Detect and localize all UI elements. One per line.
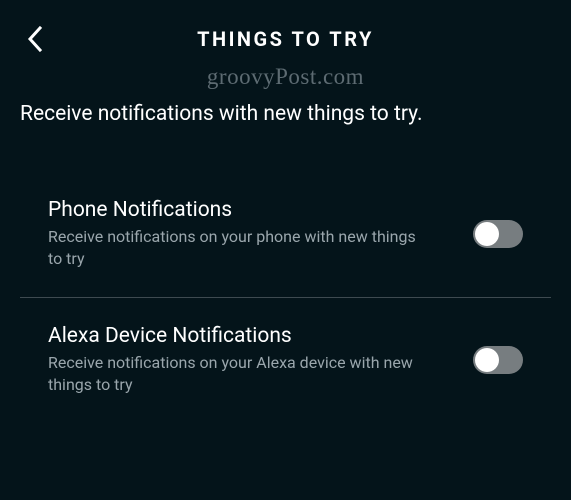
toggle-alexa-notifications[interactable] [473, 346, 523, 374]
setting-row-phone-notifications: Phone Notifications Receive notification… [20, 176, 551, 293]
setting-description: Receive notifications on your Alexa devi… [48, 352, 418, 397]
setting-description: Receive notifications on your phone with… [48, 226, 418, 271]
divider [20, 297, 551, 298]
toggle-knob [475, 348, 499, 372]
setting-text: Phone Notifications Receive notification… [48, 198, 473, 271]
setting-title: Phone Notifications [48, 198, 453, 222]
toggle-phone-notifications[interactable] [473, 220, 523, 248]
watermark-text: groovyPost.com [0, 64, 571, 90]
setting-title: Alexa Device Notifications [48, 324, 453, 348]
back-button[interactable] [20, 24, 50, 54]
page-subheading: Receive notifications with new things to… [0, 90, 571, 126]
setting-text: Alexa Device Notifications Receive notif… [48, 324, 473, 397]
setting-row-alexa-notifications: Alexa Device Notifications Receive notif… [20, 302, 551, 419]
settings-list: Phone Notifications Receive notification… [0, 176, 571, 419]
page-title: THINGS TO TRY [197, 27, 374, 51]
toggle-knob [475, 222, 499, 246]
chevron-left-icon [27, 26, 43, 52]
header: THINGS TO TRY [0, 0, 571, 62]
